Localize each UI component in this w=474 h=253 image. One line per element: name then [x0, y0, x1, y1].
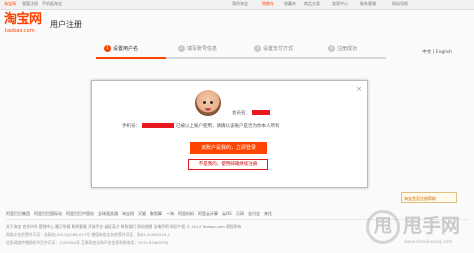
- footer-site-link[interactable]: 阿里云计算: [198, 211, 218, 217]
- footer-site-link[interactable]: 阿里巴巴中国站: [66, 211, 94, 217]
- footer-site-link[interactable]: 淘宝网: [122, 211, 134, 217]
- topbar-link-my-taobao[interactable]: 我的淘宝: [232, 1, 248, 7]
- site-watermark: 甩 甩手网 www.shoujiwang.com: [366, 206, 470, 250]
- watermark-glyph: 甩: [374, 216, 392, 237]
- not-mine-button[interactable]: 不是我的，使用邮箱继续注册: [188, 159, 268, 170]
- avatar-eye-right: [210, 101, 213, 104]
- watermark-text: 甩手网: [403, 215, 461, 237]
- topbar-link-customer-service[interactable]: 联系客服: [360, 1, 376, 7]
- footer-site-link[interactable]: 阿里巴巴集团: [6, 211, 30, 217]
- avatar: [195, 90, 221, 116]
- member-name-label: 会员名：: [232, 111, 250, 116]
- footer-site-link[interactable]: 阿里妈妈: [178, 211, 194, 217]
- footer-site-link[interactable]: 支付宝: [248, 211, 260, 217]
- footer-site-link[interactable]: 阿里巴巴国际站: [34, 211, 62, 217]
- footer-license-1: 网络文化经营许可证：浙网文[2013]0268-027号 增值电信业务经营许可证…: [6, 232, 171, 237]
- phone-label: 手机号：: [122, 124, 140, 129]
- footer-site-link[interactable]: 聚划算: [150, 211, 162, 217]
- footer-links[interactable]: 关于淘宝 合作伙伴 营销中心 廉正举报 联系客服 开放平台 诚征英才 联系我们 …: [6, 224, 241, 230]
- login-button[interactable]: 该账户是我的，立即登录: [190, 142, 267, 154]
- footer-site-link[interactable]: 万网: [236, 211, 244, 217]
- account-used-message: 已被以上账户使用，请确认该账户是否为你本人所有: [176, 124, 280, 129]
- watermark-url: www.shoujiwang.com: [404, 240, 453, 245]
- footer-site-link[interactable]: 来往: [264, 211, 272, 217]
- phone-number-redacted: [142, 123, 174, 128]
- topbar-link-categories[interactable]: 商品分类: [304, 1, 320, 7]
- topbar-link-seller-center[interactable]: 卖家中心: [332, 1, 348, 7]
- avatar-eye-left: [203, 101, 206, 104]
- account-exists-dialog: × 会员名： 手机号： 已被以上账户使用，请确认该账户是否为你本人所有 该账户是…: [91, 80, 368, 188]
- footer-site-link[interactable]: 一淘: [166, 211, 174, 217]
- avatar-mouth: [205, 108, 211, 111]
- close-icon[interactable]: ×: [356, 85, 362, 93]
- footer-site-link[interactable]: 全球速卖通: [98, 211, 118, 217]
- topbar-link-register[interactable]: 我要注册: [22, 1, 38, 7]
- topbar-link-taobao[interactable]: 淘宝网: [4, 1, 16, 7]
- footer-license-2: 信息网络传播视听节目许可证：1109364号 互联网违法和不良信息举报电话：05…: [6, 240, 169, 245]
- topbar-link-site-nav[interactable]: 网站导航: [392, 1, 408, 7]
- footer-site-link[interactable]: 天猫: [138, 211, 146, 217]
- topbar-link-mobile[interactable]: 手机逛淘宝: [42, 1, 62, 7]
- topbar-link-cart[interactable]: 购物车: [262, 1, 274, 7]
- footer-site-link[interactable]: 云OS: [222, 211, 232, 217]
- member-name-redacted: [252, 110, 270, 115]
- register-help-link[interactable]: 淘宝会员注册帮助: [401, 192, 457, 203]
- topbar-link-favorites[interactable]: 收藏夹: [284, 1, 296, 7]
